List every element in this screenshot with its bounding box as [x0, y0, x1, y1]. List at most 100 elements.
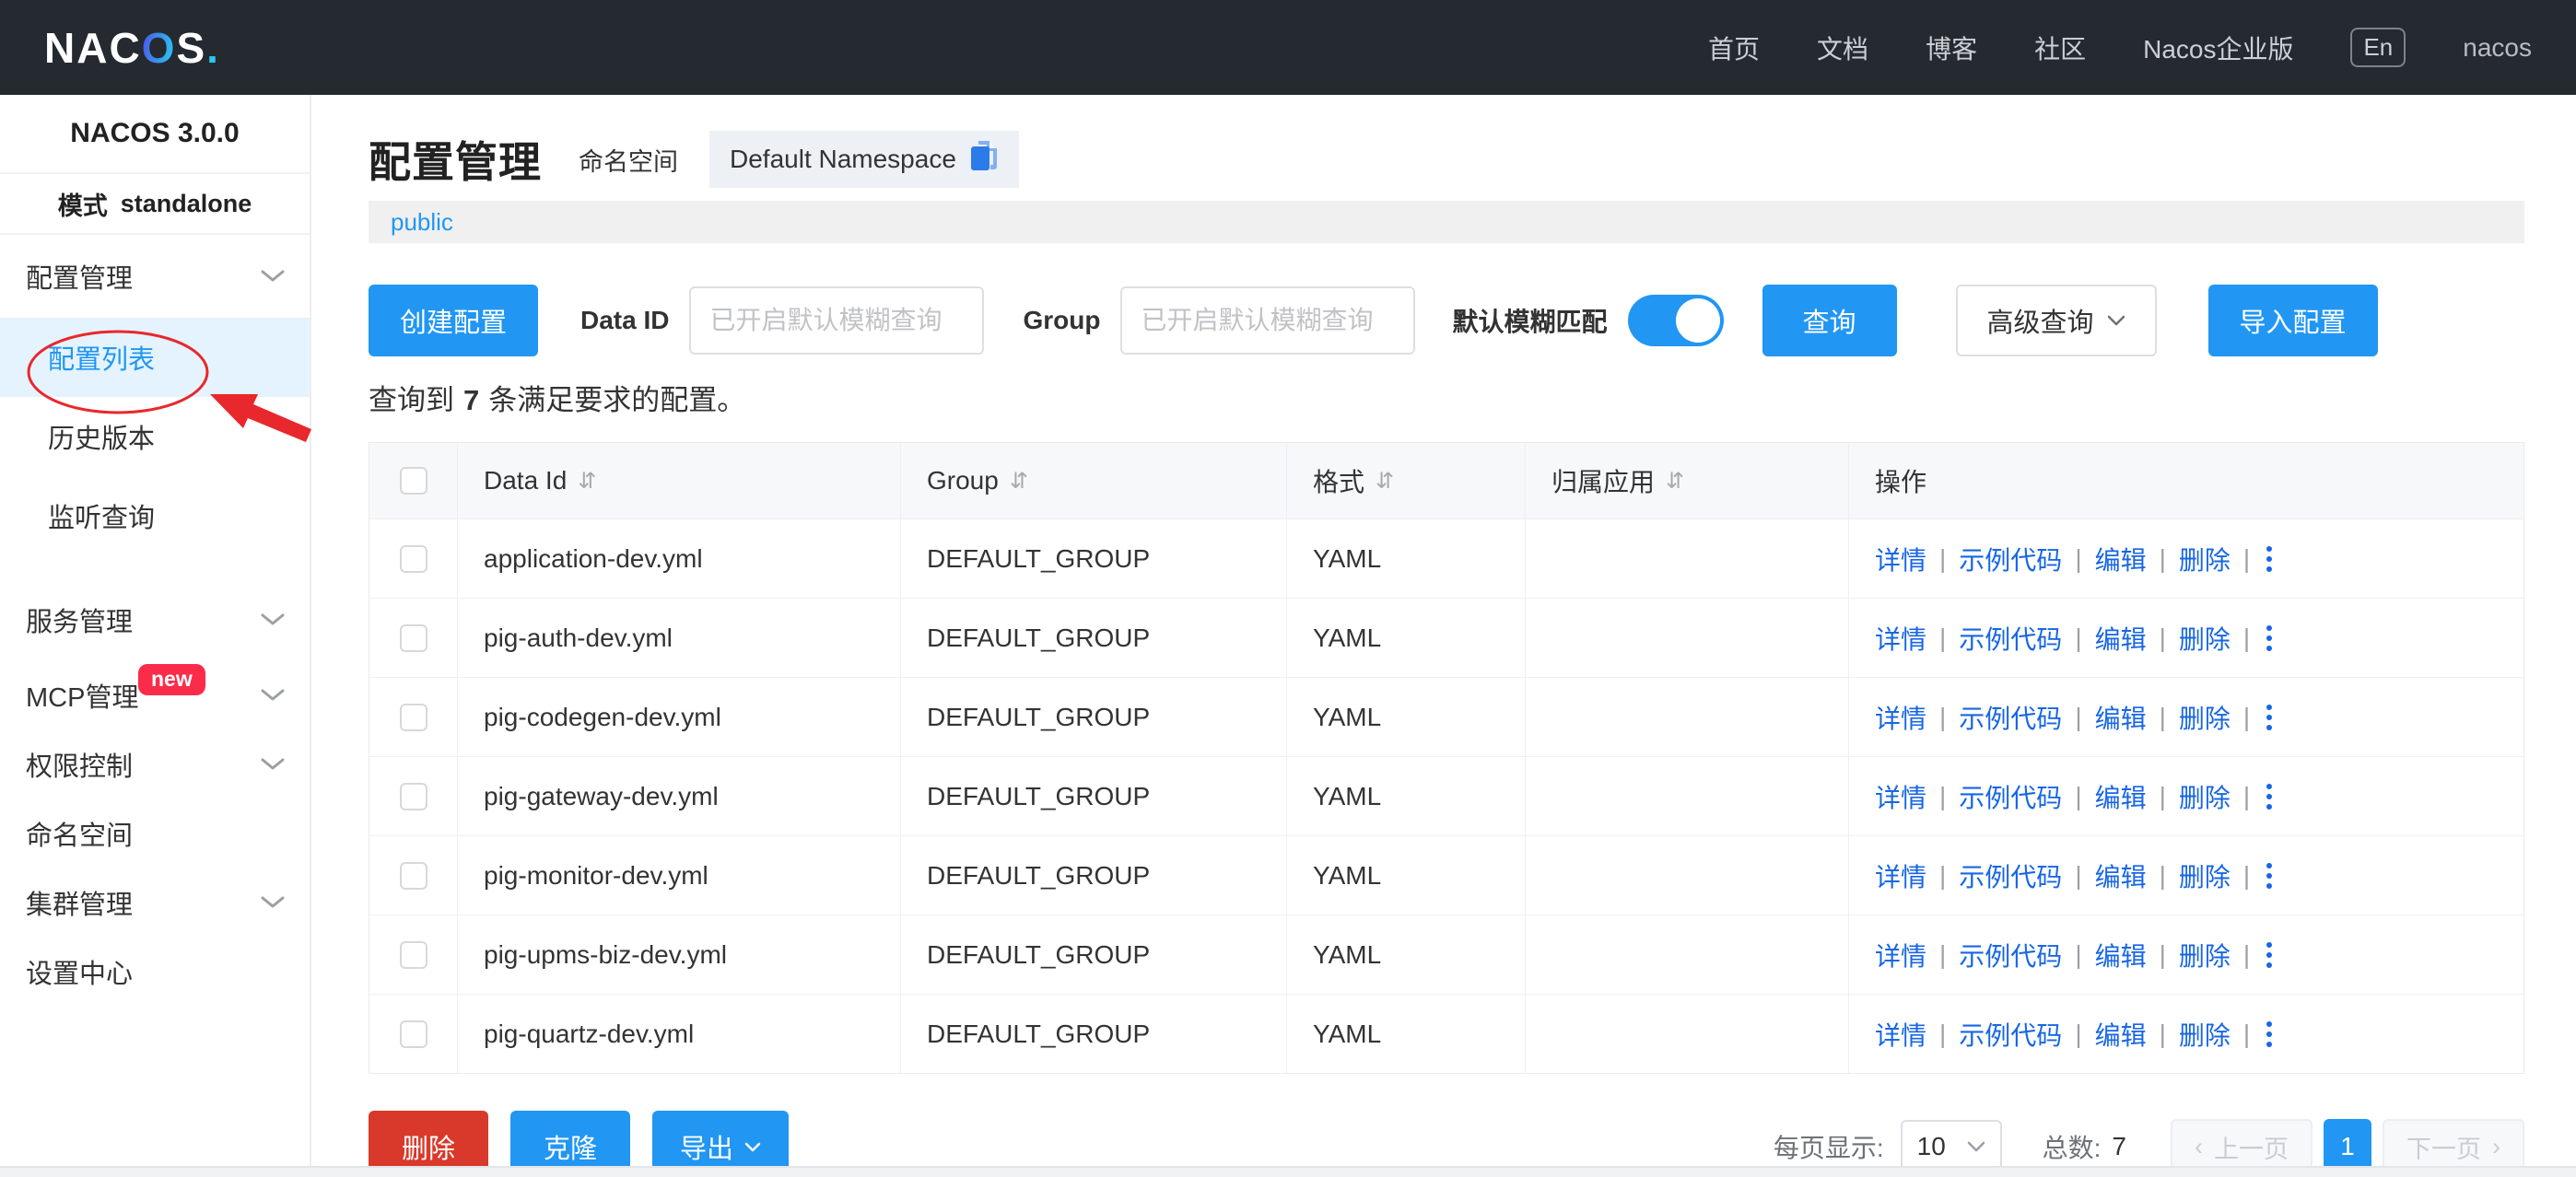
- cell-format: YAML: [1287, 678, 1526, 756]
- format-value: YAML: [1313, 703, 1381, 732]
- logo-text-end: S: [176, 24, 206, 72]
- sidebar-item-namespace[interactable]: 命名空间: [0, 798, 310, 868]
- namespace-selector[interactable]: Default Namespace: [709, 131, 1019, 188]
- language-switch-button[interactable]: En: [2350, 28, 2406, 67]
- sidebar-item-label: 集群管理: [26, 883, 133, 922]
- sample-code-link[interactable]: 示例代码: [1959, 620, 2062, 657]
- cell-group: DEFAULT_GROUP: [901, 836, 1287, 915]
- edit-link[interactable]: 编辑: [2095, 937, 2147, 973]
- sample-code-link[interactable]: 示例代码: [1959, 778, 2062, 815]
- detail-link[interactable]: 详情: [1875, 857, 1926, 894]
- sidebar-item-config-management[interactable]: 配置管理: [0, 235, 310, 318]
- sidebar-item-listener-query[interactable]: 监听查询: [0, 476, 310, 555]
- create-config-button[interactable]: 创建配置: [369, 285, 538, 356]
- group-value: DEFAULT_GROUP: [927, 623, 1150, 653]
- action-separator: |: [2160, 782, 2166, 811]
- tab-public[interactable]: public: [391, 208, 453, 237]
- table-row: pig-auth-dev.yml DEFAULT_GROUP YAML 详情 |…: [369, 598, 2523, 677]
- row-checkbox[interactable]: [400, 545, 427, 573]
- select-all-checkbox[interactable]: [400, 467, 427, 495]
- group-value: DEFAULT_GROUP: [927, 1020, 1150, 1049]
- cell-data-id: application-dev.yml: [458, 519, 901, 598]
- edit-link[interactable]: 编辑: [2095, 541, 2147, 577]
- edit-link[interactable]: 编辑: [2095, 620, 2147, 657]
- detail-link[interactable]: 详情: [1875, 1016, 1926, 1053]
- delete-link[interactable]: 删除: [2179, 778, 2231, 815]
- nav-item-docs[interactable]: 文档: [1817, 29, 1868, 66]
- cell-data-id: pig-quartz-dev.yml: [458, 995, 901, 1073]
- delete-link[interactable]: 删除: [2179, 857, 2231, 894]
- cell-data-id: pig-monitor-dev.yml: [458, 836, 901, 915]
- more-actions-icon[interactable]: [2266, 784, 2272, 810]
- sidebar-item-cluster-management[interactable]: 集群管理: [0, 868, 310, 937]
- import-config-button[interactable]: 导入配置: [2208, 285, 2378, 356]
- sidebar-item-mcp-management[interactable]: MCP管理 new: [0, 660, 310, 729]
- nav-item-blog[interactable]: 博客: [1926, 29, 1977, 66]
- row-checkbox[interactable]: [400, 941, 427, 969]
- detail-link[interactable]: 详情: [1875, 541, 1926, 577]
- row-checkbox[interactable]: [400, 1020, 427, 1048]
- sample-code-link[interactable]: 示例代码: [1959, 937, 2062, 973]
- nav-item-community[interactable]: 社区: [2034, 29, 2086, 66]
- sidebar-item-config-list[interactable]: 配置列表: [0, 318, 310, 397]
- sample-code-link[interactable]: 示例代码: [1959, 541, 2062, 577]
- delete-link[interactable]: 删除: [2179, 1016, 2231, 1053]
- sample-code-link[interactable]: 示例代码: [1959, 1016, 2062, 1053]
- action-separator: |: [1939, 544, 1946, 574]
- more-actions-icon[interactable]: [2266, 1021, 2272, 1047]
- detail-link[interactable]: 详情: [1875, 620, 1926, 657]
- row-checkbox[interactable]: [400, 704, 427, 731]
- sort-icon[interactable]: ⇵: [1666, 468, 1684, 495]
- sort-icon[interactable]: ⇵: [578, 468, 596, 495]
- sort-icon[interactable]: ⇵: [1010, 468, 1028, 495]
- sidebar-item-service-management[interactable]: 服务管理: [0, 579, 310, 660]
- sidebar-item-settings-center[interactable]: 设置中心: [0, 937, 310, 1006]
- cell-app: [1526, 995, 1849, 1073]
- cell-format: YAML: [1287, 836, 1526, 915]
- cell-actions: 详情 | 示例代码 | 编辑 | 删除 |: [1849, 599, 2523, 677]
- row-checkbox-cell: [369, 599, 458, 677]
- sidebar-item-label: 服务管理: [26, 600, 133, 639]
- header-format: 格式⇵: [1287, 443, 1526, 519]
- total-label: 总数:: [2043, 1128, 2102, 1165]
- sample-code-link[interactable]: 示例代码: [1959, 699, 2062, 736]
- row-checkbox[interactable]: [400, 624, 427, 652]
- sidebar-item-auth-control[interactable]: 权限控制: [0, 729, 310, 798]
- detail-link[interactable]: 详情: [1875, 699, 1926, 736]
- sidebar-item-label: MCP管理: [26, 676, 138, 715]
- advanced-search-button[interactable]: 高级查询: [1956, 285, 2157, 356]
- more-actions-icon[interactable]: [2266, 863, 2272, 889]
- detail-link[interactable]: 详情: [1875, 937, 1926, 973]
- cell-app: [1526, 678, 1849, 756]
- delete-link[interactable]: 删除: [2179, 541, 2231, 577]
- more-actions-icon[interactable]: [2266, 625, 2272, 651]
- user-menu[interactable]: nacos: [2463, 33, 2532, 63]
- delete-link[interactable]: 删除: [2179, 699, 2231, 736]
- cell-app: [1526, 757, 1849, 835]
- search-button[interactable]: 查询: [1762, 285, 1897, 356]
- sort-icon[interactable]: ⇵: [1376, 468, 1394, 495]
- delete-link[interactable]: 删除: [2179, 937, 2231, 973]
- fuzzy-match-toggle[interactable]: [1628, 295, 1724, 346]
- detail-link[interactable]: 详情: [1875, 778, 1926, 815]
- delete-link[interactable]: 删除: [2179, 620, 2231, 657]
- cell-app: [1526, 599, 1849, 677]
- more-actions-icon[interactable]: [2266, 546, 2272, 572]
- group-input[interactable]: [1120, 286, 1415, 355]
- row-checkbox[interactable]: [400, 862, 427, 890]
- sidebar-item-label: 历史版本: [48, 417, 155, 456]
- nav-item-home[interactable]: 首页: [1708, 29, 1760, 66]
- sample-code-link[interactable]: 示例代码: [1959, 857, 2062, 894]
- header-actions: 操作: [1849, 443, 2523, 519]
- edit-link[interactable]: 编辑: [2095, 1016, 2147, 1053]
- edit-link[interactable]: 编辑: [2095, 857, 2147, 894]
- dataid-input[interactable]: [689, 286, 984, 355]
- more-actions-icon[interactable]: [2266, 705, 2272, 730]
- copy-icon[interactable]: [969, 139, 999, 181]
- sidebar-item-history-versions[interactable]: 历史版本: [0, 397, 310, 476]
- row-checkbox[interactable]: [400, 783, 427, 810]
- edit-link[interactable]: 编辑: [2095, 778, 2147, 815]
- more-actions-icon[interactable]: [2266, 942, 2272, 968]
- nav-item-enterprise[interactable]: Nacos企业版: [2143, 29, 2293, 66]
- edit-link[interactable]: 编辑: [2095, 699, 2147, 736]
